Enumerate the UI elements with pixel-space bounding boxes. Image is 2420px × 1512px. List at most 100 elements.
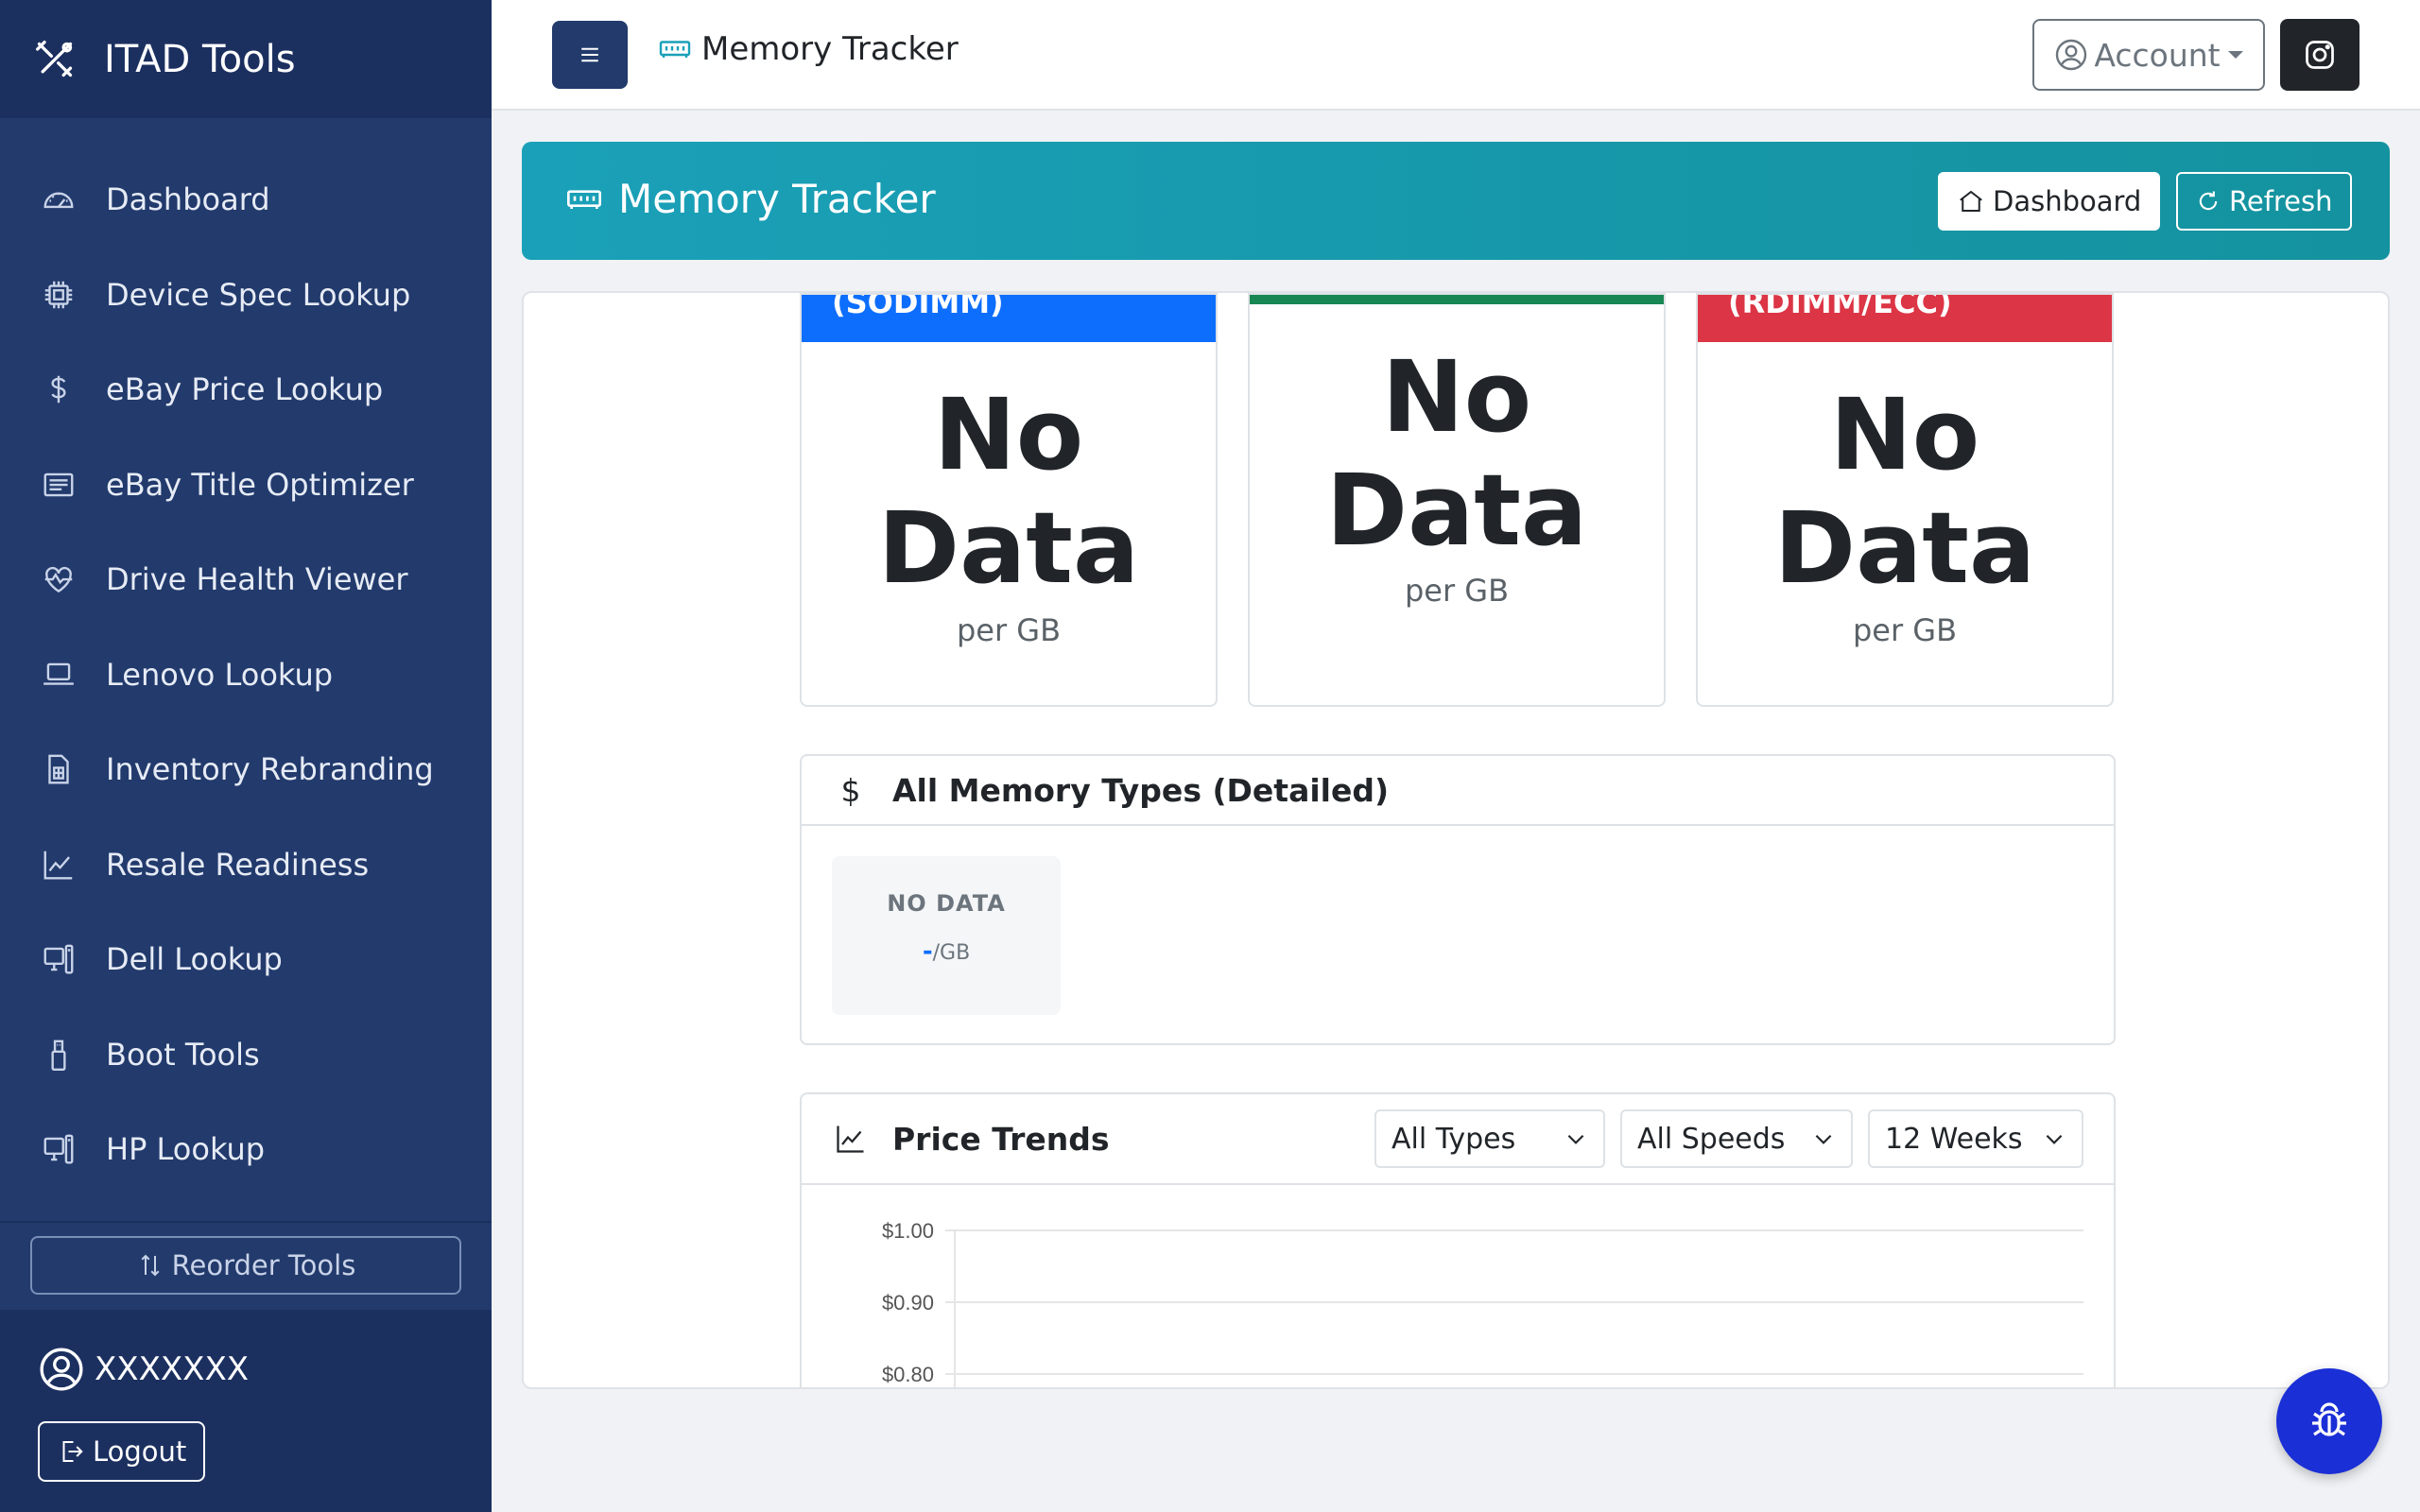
dashboard-button[interactable]: Dashboard [1938, 172, 2161, 231]
price-card-rdimm: (RDIMM/ECC) No Data per GB [1696, 293, 2114, 707]
page-title: Memory Tracker [565, 176, 936, 222]
sidebar: ITAD Tools Dashboard Device Spec Lookup … [0, 0, 492, 1512]
memory-icon [659, 41, 691, 58]
instagram-icon [2306, 41, 2334, 69]
sidebar-item-resale-readiness[interactable]: Resale Readiness [0, 817, 492, 913]
type-select[interactable]: All Types [1374, 1109, 1605, 1168]
price-trend-chart: $1.00 $0.90 $0.80 [882, 1219, 2083, 1387]
sidebar-item-label: Dell Lookup [106, 941, 283, 978]
report-bug-button[interactable] [2276, 1368, 2382, 1474]
app-name: ITAD Tools [104, 37, 296, 81]
sidebar-nav: Dashboard Device Spec Lookup eBay Price … [0, 118, 492, 1197]
logout-label: Logout [93, 1435, 187, 1468]
refresh-icon [2199, 191, 2218, 211]
sidebar-item-label: Boot Tools [106, 1036, 260, 1073]
card-text-icon [40, 466, 78, 504]
sidebar-item-inventory-rebranding[interactable]: Inventory Rebranding [0, 722, 492, 817]
sidebar-item-label: Resale Readiness [106, 846, 370, 883]
user-name: XXXXXXX [95, 1350, 250, 1388]
logout-icon [62, 1441, 83, 1462]
trend-filters: All Types All Speeds 12 Weeks [1359, 1109, 2083, 1168]
reorder-tools-button[interactable]: Reorder Tools [30, 1236, 461, 1295]
topbar: Memory Tracker Account [492, 0, 2420, 111]
user-circle-icon [40, 1348, 83, 1391]
price-card-value: No Data [1773, 377, 2036, 606]
main-content: (SODIMM) No Data per GB No Data per GB (… [522, 291, 2390, 1389]
sidebar-item-label: eBay Title Optimizer [106, 466, 414, 503]
price-card-value: No Data [877, 377, 1140, 606]
price-card-header: (SODIMM) [802, 295, 1216, 342]
panel-header: $ All Memory Types (Detailed) [802, 756, 2114, 826]
sidebar-item-dashboard[interactable]: Dashboard [0, 152, 492, 248]
graph-up-icon [834, 1122, 868, 1156]
tools-icon [36, 40, 73, 77]
price-card-sodimm: (SODIMM) No Data per GB [800, 293, 1218, 707]
logout-button[interactable]: Logout [38, 1421, 206, 1482]
detailed-types-panel: $ All Memory Types (Detailed) NO DATA -/… [800, 754, 2116, 1045]
brand[interactable]: ITAD Tools [0, 0, 492, 118]
sidebar-item-hp-lookup[interactable]: HP Lookup [0, 1102, 492, 1197]
breadcrumb: Memory Tracker [658, 30, 959, 68]
sidebar-item-boot-tools[interactable]: Boot Tools [0, 1007, 492, 1103]
price-card-middle: No Data per GB [1248, 293, 1666, 707]
file-spreadsheet-icon [40, 750, 78, 788]
sidebar-item-dell-lookup[interactable]: Dell Lookup [0, 912, 492, 1007]
reorder-section: Reorder Tools [0, 1221, 492, 1308]
sidebar-item-device-spec-lookup[interactable]: Device Spec Lookup [0, 248, 492, 343]
sidebar-item-label: Device Spec Lookup [106, 276, 411, 313]
price-card-unit: per GB [1852, 612, 1958, 648]
sidebar-item-label: Drive Health Viewer [106, 561, 408, 598]
sidebar-item-label: Dashboard [106, 181, 270, 218]
bug-icon [2312, 1402, 2346, 1436]
sidebar-item-drive-health-viewer[interactable]: Drive Health Viewer [0, 532, 492, 627]
dashboard-button-label: Dashboard [1993, 185, 2142, 217]
pc-display-icon [40, 1130, 78, 1168]
page-header-banner: Memory Tracker Dashboard Refresh [522, 142, 2390, 260]
graph-up-icon [40, 846, 78, 884]
breadcrumb-title: Memory Tracker [701, 30, 959, 68]
chevron-down-icon [1567, 1134, 1584, 1144]
user-info: XXXXXXX [38, 1346, 454, 1393]
account-dropdown[interactable]: Account [2032, 19, 2265, 91]
price-card-header: (RDIMM/ECC) [1698, 295, 2112, 342]
tile-name: NO DATA [887, 890, 1006, 917]
sidebar-item-lenovo-lookup[interactable]: Lenovo Lookup [0, 627, 492, 723]
panel-title: Price Trends [892, 1120, 1110, 1158]
refresh-button[interactable]: Refresh [2176, 172, 2352, 231]
menu-toggle-button[interactable] [552, 21, 628, 89]
sidebar-item-label: Inventory Rebranding [106, 751, 434, 788]
memory-type-tile[interactable]: NO DATA -/GB [832, 856, 1061, 1015]
chevron-down-icon [2046, 1134, 2063, 1144]
laptop-icon [40, 656, 78, 694]
tile-value: -/GB [922, 937, 971, 966]
y-tick-label: $0.80 [882, 1363, 934, 1386]
refresh-button-label: Refresh [2229, 185, 2333, 217]
memory-icon [567, 189, 601, 209]
dollar-icon: $ [840, 771, 861, 809]
price-card-header [1250, 295, 1664, 304]
sidebar-item-ebay-price-lookup[interactable]: eBay Price Lookup [0, 342, 492, 438]
sidebar-item-label: eBay Price Lookup [106, 371, 384, 408]
y-tick-label: $0.90 [882, 1291, 934, 1314]
hamburger-icon [581, 47, 598, 62]
chevron-down-icon [1815, 1134, 1832, 1144]
sidebar-item-label: HP Lookup [106, 1131, 266, 1168]
heart-pulse-icon [40, 560, 78, 598]
usb-drive-icon [40, 1036, 78, 1074]
speedometer-icon [40, 180, 78, 218]
account-label: Account [2094, 36, 2221, 74]
price-card-unit: per GB [1404, 573, 1510, 609]
user-area: XXXXXXX Logout [0, 1310, 492, 1512]
price-trends-panel: Price Trends All Types All Speeds 12 Wee… [800, 1092, 2116, 1387]
pc-display-icon [40, 940, 78, 978]
price-card-value: No Data [1325, 339, 1588, 568]
dollar-icon [40, 370, 78, 408]
panel-title: All Memory Types (Detailed) [892, 771, 1390, 809]
range-select[interactable]: 12 Weeks [1868, 1109, 2083, 1168]
speed-select[interactable]: All Speeds [1620, 1109, 1853, 1168]
sidebar-item-ebay-title-optimizer[interactable]: eBay Title Optimizer [0, 438, 492, 533]
reorder-label: Reorder Tools [171, 1249, 356, 1281]
instagram-button[interactable] [2280, 19, 2360, 91]
sidebar-item-label: Lenovo Lookup [106, 656, 334, 693]
y-tick-label: $1.00 [882, 1219, 934, 1243]
